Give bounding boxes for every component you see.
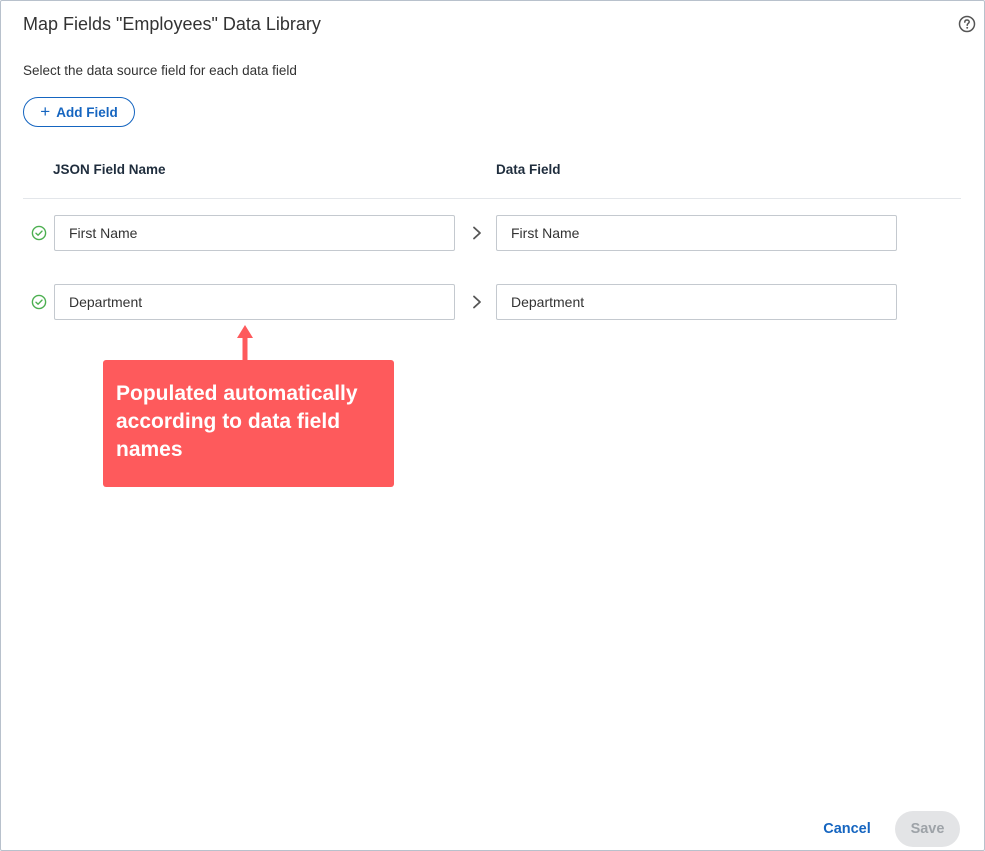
cancel-button[interactable]: Cancel — [807, 812, 887, 846]
mapping-row — [1, 215, 985, 251]
annotation-callout: Populated automatically according to dat… — [103, 360, 394, 487]
check-circle-icon — [31, 225, 47, 241]
json-field-name-input[interactable] — [54, 284, 455, 320]
data-field-select[interactable] — [496, 215, 897, 251]
chevron-right-icon — [473, 226, 481, 240]
json-field-name-input[interactable] — [54, 215, 455, 251]
save-button[interactable]: Save — [895, 811, 960, 847]
plus-icon: + — [40, 102, 51, 121]
mapping-row — [1, 284, 985, 320]
add-field-button[interactable]: + Add Field — [23, 97, 135, 127]
column-header-data-field: Data Field — [496, 162, 561, 177]
chevron-right-icon — [473, 295, 481, 309]
data-field-select[interactable] — [496, 284, 897, 320]
dialog-title: Map Fields "Employees" Data Library — [23, 14, 321, 34]
map-fields-dialog: Map Fields "Employees" Data Library Sele… — [0, 0, 985, 851]
question-circle-icon[interactable] — [958, 15, 976, 33]
check-circle-icon — [31, 294, 47, 310]
dialog-subtitle: Select the data source field for each da… — [23, 63, 297, 78]
callout-arrow-icon — [237, 325, 253, 361]
column-header-json-field-name: JSON Field Name — [53, 162, 166, 177]
header-divider — [23, 198, 961, 199]
add-field-label: Add Field — [56, 104, 118, 120]
